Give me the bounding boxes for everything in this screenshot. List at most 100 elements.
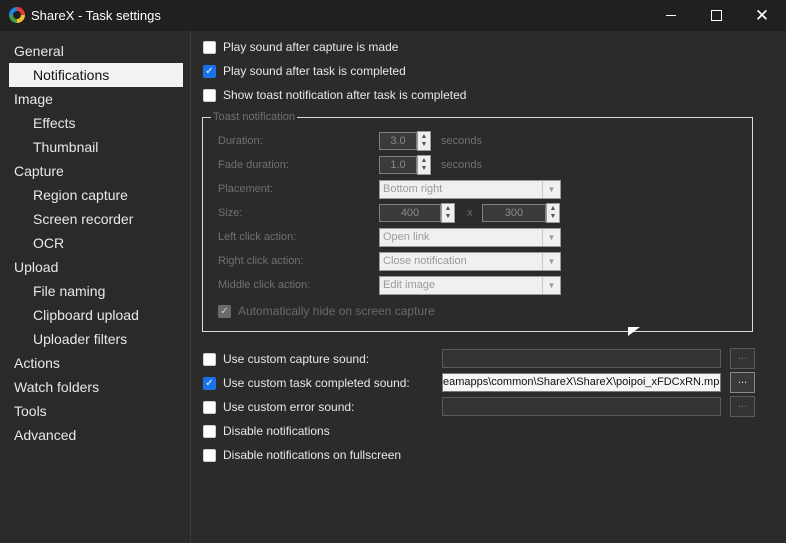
sidebar-item-actions[interactable]: Actions: [9, 351, 183, 375]
sidebar-item-upload[interactable]: Upload: [9, 255, 183, 279]
size-height-spinner[interactable]: ▲ ▼: [546, 203, 560, 223]
sidebar-item-screen-recorder[interactable]: Screen recorder: [9, 207, 183, 231]
left-click-action-value: Open link: [383, 231, 430, 243]
duration-label: Duration:: [218, 135, 263, 147]
checkbox-label: Disable notifications: [223, 424, 330, 438]
checkbox-box[interactable]: [203, 424, 216, 438]
browse-error-sound-button[interactable]: ...: [730, 396, 755, 417]
duration-input[interactable]: 3.0: [379, 132, 417, 150]
size-height-input[interactable]: 300: [482, 204, 546, 222]
title-bar: ShareX - Task settings ✕: [0, 0, 786, 31]
spin-up-icon[interactable]: ▲: [421, 133, 428, 141]
checkmark-icon[interactable]: ✓: [203, 376, 216, 390]
middle-click-action-select[interactable]: Edit image ▼: [379, 276, 561, 295]
placement-value: Bottom right: [383, 183, 443, 195]
toast-group-title: Toast notification: [211, 111, 297, 123]
checkbox-label: Play sound after task is completed: [223, 64, 406, 78]
checkbox-box[interactable]: [203, 40, 216, 54]
show-toast-checkbox[interactable]: Show toast notification after task is co…: [203, 87, 466, 103]
checkbox-box[interactable]: [203, 88, 216, 102]
spin-up-icon[interactable]: ▲: [421, 157, 428, 165]
checkbox-label: Use custom task completed sound:: [223, 376, 410, 390]
mouse-cursor-icon: [628, 327, 640, 336]
sidebar-item-watch-folders[interactable]: Watch folders: [9, 375, 183, 399]
minimize-button[interactable]: [648, 0, 694, 31]
checkbox-box[interactable]: [203, 448, 216, 462]
maximize-icon: [710, 10, 722, 21]
checkbox-label: Use custom error sound:: [223, 400, 355, 414]
auto-hide-checkbox[interactable]: ✓ Automatically hide on screen capture: [218, 303, 435, 319]
middle-click-action-value: Edit image: [383, 279, 435, 291]
sidebar-item-ocr[interactable]: OCR: [9, 231, 183, 255]
spin-down-icon[interactable]: ▼: [445, 213, 452, 221]
maximize-button[interactable]: [693, 0, 739, 31]
window-title: ShareX - Task settings: [31, 8, 161, 23]
custom-task-sound-checkbox[interactable]: ✓ Use custom task completed sound:: [203, 375, 410, 391]
play-sound-task-checkbox[interactable]: ✓ Play sound after task is completed: [203, 63, 406, 79]
sidebar-item-capture[interactable]: Capture: [9, 159, 183, 183]
custom-capture-sound-checkbox[interactable]: Use custom capture sound:: [203, 351, 369, 367]
right-click-action-label: Right click action:: [218, 255, 304, 267]
notifications-panel: Play sound after capture is made ✓ Play …: [191, 31, 786, 543]
checkbox-label: Play sound after capture is made: [223, 40, 399, 54]
disable-fullscreen-checkbox[interactable]: Disable notifications on fullscreen: [203, 447, 401, 463]
fade-duration-unit: seconds: [441, 159, 482, 171]
checkbox-box[interactable]: [203, 352, 216, 366]
spin-down-icon[interactable]: ▼: [421, 165, 428, 173]
placement-label: Placement:: [218, 183, 274, 195]
chevron-down-icon[interactable]: ▼: [542, 181, 560, 198]
placement-select[interactable]: Bottom right ▼: [379, 180, 561, 199]
checkbox-label: Use custom capture sound:: [223, 352, 370, 366]
fade-duration-spinner[interactable]: ▲ ▼: [417, 155, 431, 175]
custom-task-sound-path[interactable]: eamapps\common\ShareX\ShareX\poipoi_xFDC…: [442, 373, 721, 392]
sidebar-item-tools[interactable]: Tools: [9, 399, 183, 423]
custom-error-sound-path[interactable]: [442, 397, 721, 416]
left-click-action-label: Left click action:: [218, 231, 297, 243]
checkmark-icon[interactable]: ✓: [203, 64, 216, 78]
duration-spinner[interactable]: ▲ ▼: [417, 131, 431, 151]
custom-error-sound-checkbox[interactable]: Use custom error sound:: [203, 399, 354, 415]
sidebar-item-thumbnail[interactable]: Thumbnail: [9, 135, 183, 159]
sidebar-item-general[interactable]: General: [9, 39, 183, 63]
size-width-input[interactable]: 400: [379, 204, 441, 222]
checkmark-icon[interactable]: ✓: [218, 304, 231, 318]
chevron-down-icon[interactable]: ▼: [542, 253, 560, 270]
left-click-action-select[interactable]: Open link ▼: [379, 228, 561, 247]
toast-notification-group: [202, 117, 753, 332]
browse-capture-sound-button[interactable]: ...: [730, 348, 755, 369]
sidebar-item-file-naming[interactable]: File naming: [9, 279, 183, 303]
play-sound-capture-checkbox[interactable]: Play sound after capture is made: [203, 39, 398, 55]
chevron-down-icon[interactable]: ▼: [542, 229, 560, 246]
fade-duration-label: Fade duration:: [218, 159, 289, 171]
sidebar-item-image[interactable]: Image: [9, 87, 183, 111]
custom-capture-sound-path[interactable]: [442, 349, 721, 368]
sidebar-item-notifications[interactable]: Notifications: [9, 63, 183, 87]
sharex-logo-icon: [9, 7, 25, 23]
chevron-down-icon[interactable]: ▼: [542, 277, 560, 294]
sidebar-item-effects[interactable]: Effects: [9, 111, 183, 135]
sidebar-item-clipboard-upload[interactable]: Clipboard upload: [9, 303, 183, 327]
spin-up-icon[interactable]: ▲: [445, 205, 452, 213]
checkbox-label: Show toast notification after task is co…: [223, 88, 467, 102]
checkbox-box[interactable]: [203, 400, 216, 414]
middle-click-action-label: Middle click action:: [218, 279, 311, 291]
sidebar-item-region-capture[interactable]: Region capture: [9, 183, 183, 207]
fade-duration-input[interactable]: 1.0: [379, 156, 417, 174]
spin-up-icon[interactable]: ▲: [550, 205, 557, 213]
size-width-spinner[interactable]: ▲ ▼: [441, 203, 455, 223]
sidebar-item-uploader-filters[interactable]: Uploader filters: [9, 327, 183, 351]
settings-sidebar: General Notifications Image Effects Thum…: [0, 31, 191, 543]
disable-notifications-checkbox[interactable]: Disable notifications: [203, 423, 330, 439]
size-separator: x: [467, 207, 473, 219]
right-click-action-select[interactable]: Close notification ▼: [379, 252, 561, 271]
size-label: Size:: [218, 207, 243, 219]
browse-task-sound-button[interactable]: ...: [730, 372, 755, 393]
sidebar-item-advanced[interactable]: Advanced: [9, 423, 183, 447]
close-button[interactable]: ✕: [739, 0, 785, 31]
duration-unit: seconds: [441, 135, 482, 147]
spin-down-icon[interactable]: ▼: [550, 213, 557, 221]
close-icon: ✕: [754, 6, 770, 25]
spin-down-icon[interactable]: ▼: [421, 141, 428, 149]
checkbox-label: Disable notifications on fullscreen: [223, 448, 402, 462]
minimize-icon: [666, 15, 676, 16]
